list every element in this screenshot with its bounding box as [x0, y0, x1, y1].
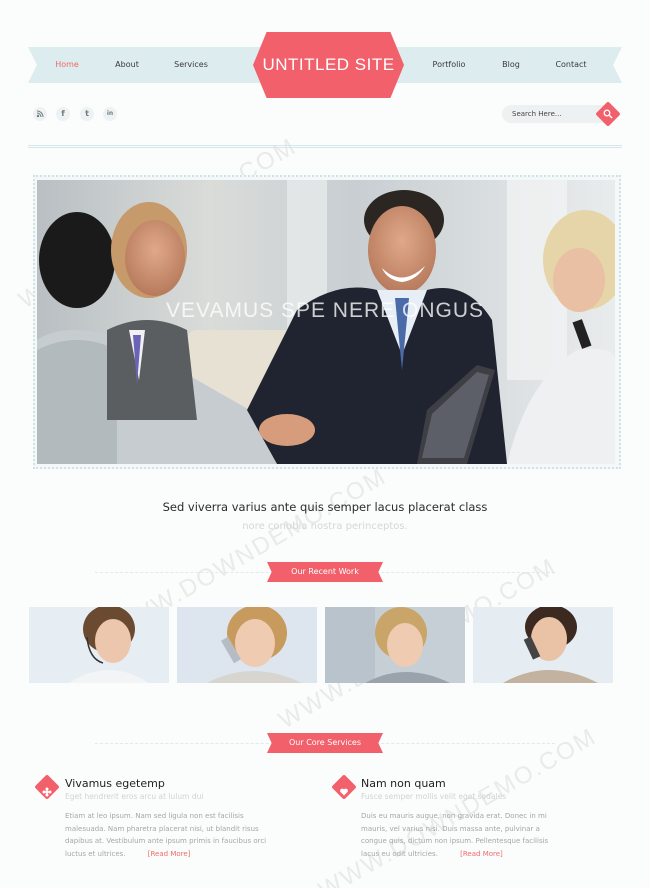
service-icon-flower [34, 774, 60, 800]
service-icon-heart [331, 774, 357, 800]
hero-slider-image[interactable]: VEVAMUS SPE NERE ONGUS [37, 180, 615, 464]
intro-title: Sed viverra varius ante quis semper lacu… [162, 500, 488, 514]
nav-services[interactable]: Services [161, 47, 221, 83]
service-title: Vivamus egetemp [65, 777, 165, 790]
service-subtitle: Eget hendrerit eros arcu at lulum dui [65, 792, 204, 801]
search-input[interactable] [512, 108, 592, 120]
service-subtitle: Fusce semper mollis velit eget sodales [361, 792, 507, 801]
nav-blog[interactable]: Blog [481, 47, 541, 83]
hero-caption: VEVAMUS SPE NERE ONGUS [165, 299, 484, 322]
read-more-link[interactable]: [Read More] [460, 850, 503, 858]
work-thumb[interactable] [29, 607, 169, 683]
facebook-icon[interactable]: f [56, 107, 70, 121]
section-title-services: Our Core Services [267, 733, 383, 753]
read-more-link[interactable]: [Read More] [148, 850, 191, 858]
twitter-icon[interactable]: t [80, 107, 94, 121]
service-text: Duis eu mauris augue, non gravida erat. … [361, 812, 549, 858]
service-body: Etiam at leo ipsum. Nam sed ligula non e… [65, 810, 270, 860]
search-box [502, 105, 610, 123]
work-thumb[interactable] [325, 607, 465, 683]
section-title-work: Our Recent Work [267, 562, 383, 582]
nav-portfolio[interactable]: Portfolio [419, 47, 479, 83]
nav-home[interactable]: Home [37, 47, 97, 83]
header-divider [28, 145, 622, 148]
work-thumb[interactable] [177, 607, 317, 683]
rss-icon[interactable] [33, 107, 47, 121]
service-body: Duis eu mauris augue, non gravida erat. … [361, 810, 566, 860]
nav-about[interactable]: About [97, 47, 157, 83]
site-logo[interactable]: UNTITLED SITE [253, 32, 404, 98]
linkedin-icon[interactable]: in [103, 107, 117, 121]
work-thumb[interactable] [473, 607, 613, 683]
intro-subtitle: nore conubia nostra perinceptos. [242, 521, 408, 532]
service-title: Nam non quam [361, 777, 446, 790]
search-icon [603, 109, 613, 119]
nav-contact[interactable]: Contact [541, 47, 601, 83]
